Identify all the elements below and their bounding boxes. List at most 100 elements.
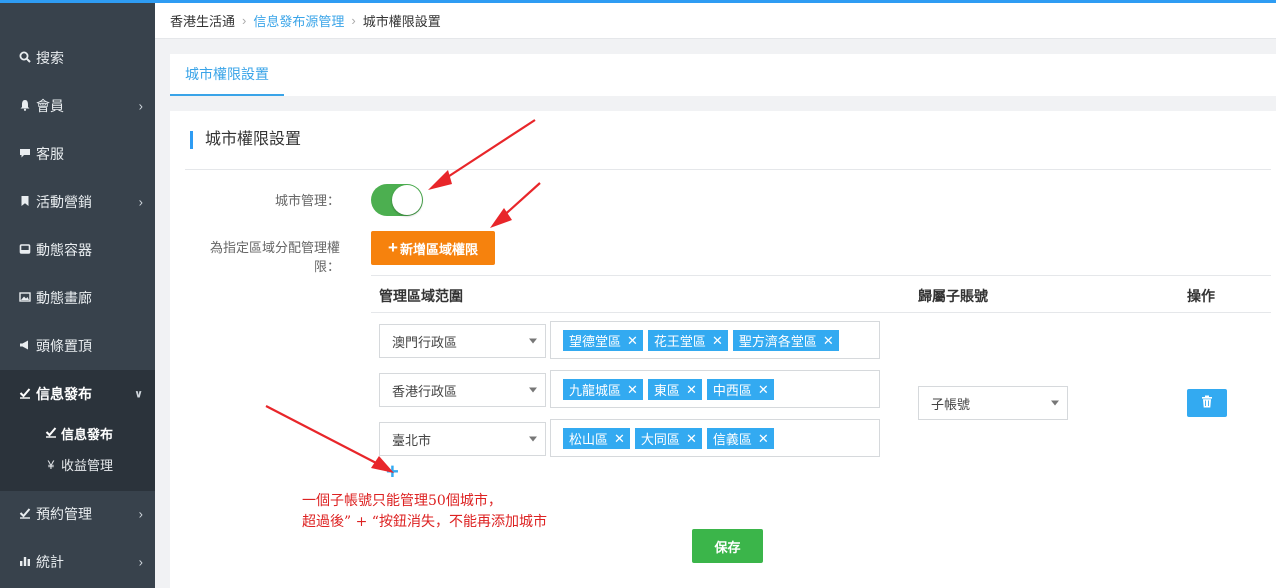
sidebar-subitem-publish[interactable]: 信息發布	[0, 418, 155, 449]
trash-icon	[1201, 395, 1213, 411]
close-icon[interactable]: ✕	[627, 382, 638, 398]
header-account: 歸屬子賬號	[918, 288, 988, 304]
chat-icon	[18, 147, 32, 162]
sidebar-item-label: 信息發布	[36, 386, 92, 402]
district-tag: 大同區 ✕	[634, 428, 702, 449]
sidebar: 搜索 會員 › 客服 活動營銷 › 動態容器 動態畫廊 頭條置頂 信息發布 ∨ …	[0, 3, 155, 588]
bell-icon	[18, 99, 32, 114]
sidebar-item-container[interactable]: 動態容器	[0, 226, 155, 274]
tab-city-permission[interactable]: 城市權限設置	[170, 54, 284, 96]
sidebar-subitem-label: 收益管理	[61, 458, 114, 473]
check-icon	[18, 507, 32, 522]
annotation-note: 一個子帳號只能管理50個城市， 超過後” + “按鈕消失，不能再添加城市	[302, 491, 547, 533]
tag-label: 東區	[653, 383, 680, 398]
caret-down-icon	[529, 436, 537, 442]
chevron-right-icon: ›	[138, 554, 143, 570]
add-region-permission-button[interactable]: + 新增區域權限	[371, 231, 495, 265]
assign-region-label-cont: 限：	[313, 259, 340, 274]
toggle-knob	[392, 185, 422, 215]
sidebar-item-service[interactable]: 客服	[0, 130, 155, 178]
save-button[interactable]: 保存	[692, 529, 763, 563]
region-select[interactable]: 澳門行政區	[379, 324, 546, 358]
close-icon[interactable]: ✕	[758, 382, 769, 398]
sidebar-item-publish[interactable]: 信息發布 ∨	[0, 370, 155, 418]
city-manage-toggle[interactable]	[371, 184, 423, 216]
sidebar-item-marketing[interactable]: 活動營銷 ›	[0, 178, 155, 226]
close-icon[interactable]: ✕	[686, 382, 697, 398]
district-tag: 九龍城區 ✕	[563, 379, 643, 400]
region-select[interactable]: 臺北市	[379, 422, 546, 456]
main-panel: 城市權限設置 城市管理： 為指定區域分配管理權 限： + 新增區域權限 管理區域…	[170, 111, 1276, 588]
breadcrumb-current: 城市權限設置	[362, 14, 441, 29]
plus-icon: +	[388, 238, 398, 257]
sidebar-item-label: 客服	[36, 146, 64, 162]
district-tag: 信義區 ✕	[706, 428, 774, 449]
district-tag: 望德堂區 ✕	[563, 330, 643, 351]
close-icon[interactable]: ✕	[712, 333, 723, 349]
chevron-down-icon: ∨	[134, 388, 143, 401]
district-tag-box[interactable]: 望德堂區 ✕ 花王堂區 ✕ 聖方濟各堂區 ✕	[550, 321, 880, 359]
sidebar-submenu: 信息發布 ¥ 收益管理	[0, 418, 155, 491]
header-action: 操作	[1187, 288, 1215, 304]
bookmark-icon	[18, 195, 32, 210]
sidebar-item-label: 預約管理	[36, 506, 92, 522]
assign-region-label: 為指定區域分配管理權	[209, 240, 340, 255]
check-icon	[44, 426, 58, 441]
close-icon[interactable]: ✕	[627, 333, 638, 349]
bullhorn-icon	[18, 339, 32, 354]
district-tag: 東區 ✕	[647, 379, 702, 400]
tag-label: 信義區	[712, 432, 752, 447]
sidebar-subitem-label: 信息發布	[61, 427, 114, 442]
sidebar-item-member[interactable]: 會員 ›	[0, 82, 155, 130]
district-tag: 聖方濟各堂區 ✕	[732, 330, 839, 351]
add-row-plus-button[interactable]: +	[386, 461, 399, 483]
sub-account-select[interactable]: 子帳號	[918, 386, 1068, 420]
city-manage-label: 城市管理：	[274, 193, 340, 208]
sidebar-item-booking[interactable]: 預約管理 ›	[0, 490, 155, 538]
check-icon	[18, 387, 32, 402]
breadcrumb: 香港生活通 › 信息發布源管理 › 城市權限設置	[155, 3, 1276, 39]
chevron-right-icon: ›	[138, 506, 143, 522]
sidebar-item-label: 動態容器	[36, 242, 92, 258]
tag-label: 九龍城區	[569, 383, 622, 398]
district-tag-box[interactable]: 松山區 ✕ 大同區 ✕ 信義區 ✕	[550, 419, 880, 457]
district-tag: 花王堂區 ✕	[647, 330, 728, 351]
chevron-right-icon: ›	[138, 98, 143, 114]
add-region-permission-label: 新增區域權限	[399, 241, 478, 257]
sidebar-item-label: 統計	[36, 554, 64, 570]
tag-label: 松山區	[569, 432, 609, 447]
tag-label: 中西區	[712, 383, 752, 398]
sidebar-item-gallery[interactable]: 動態畫廊	[0, 274, 155, 322]
sidebar-subitem-revenue[interactable]: ¥ 收益管理	[0, 449, 155, 480]
search-icon	[18, 51, 32, 66]
annotation-line: 超過後” + “按鈕消失，不能再添加城市	[302, 514, 547, 530]
breadcrumb-parent[interactable]: 信息發布源管理	[253, 11, 344, 30]
sidebar-item-label: 頭條置頂	[36, 338, 92, 354]
tag-label: 望德堂區	[569, 334, 622, 349]
region-select-value: 香港行政區	[392, 383, 458, 399]
sidebar-item-label: 活動營銷	[36, 194, 92, 210]
region-select[interactable]: 香港行政區	[379, 373, 546, 407]
yen-icon: ¥	[47, 457, 55, 472]
close-icon[interactable]: ✕	[614, 431, 625, 447]
caret-down-icon	[529, 387, 537, 393]
sidebar-item-stats[interactable]: 統計 ›	[0, 538, 155, 586]
sidebar-item-label: 會員	[36, 98, 64, 114]
sidebar-item-search[interactable]: 搜索	[0, 34, 155, 82]
district-tag-box[interactable]: 九龍城區 ✕ 東區 ✕ 中西區 ✕	[550, 370, 880, 408]
sub-account-select-value: 子帳號	[931, 396, 971, 412]
sidebar-item-label: 動態畫廊	[36, 290, 92, 306]
sidebar-item-headline[interactable]: 頭條置頂	[0, 322, 155, 370]
header-scope: 管理區域范圍	[379, 288, 463, 304]
image-icon	[18, 291, 32, 306]
annotation-line: 一個子帳號只能管理50個城市，	[302, 493, 502, 509]
breadcrumb-home[interactable]: 香港生活通	[170, 11, 235, 30]
delete-button[interactable]	[1187, 389, 1227, 417]
caret-down-icon	[1051, 400, 1059, 406]
close-icon[interactable]: ✕	[686, 431, 697, 447]
close-icon[interactable]: ✕	[823, 333, 834, 349]
close-icon[interactable]: ✕	[758, 431, 769, 447]
tag-label: 花王堂區	[653, 334, 706, 349]
district-tag: 中西區 ✕	[706, 379, 774, 400]
caret-down-icon	[529, 338, 537, 344]
